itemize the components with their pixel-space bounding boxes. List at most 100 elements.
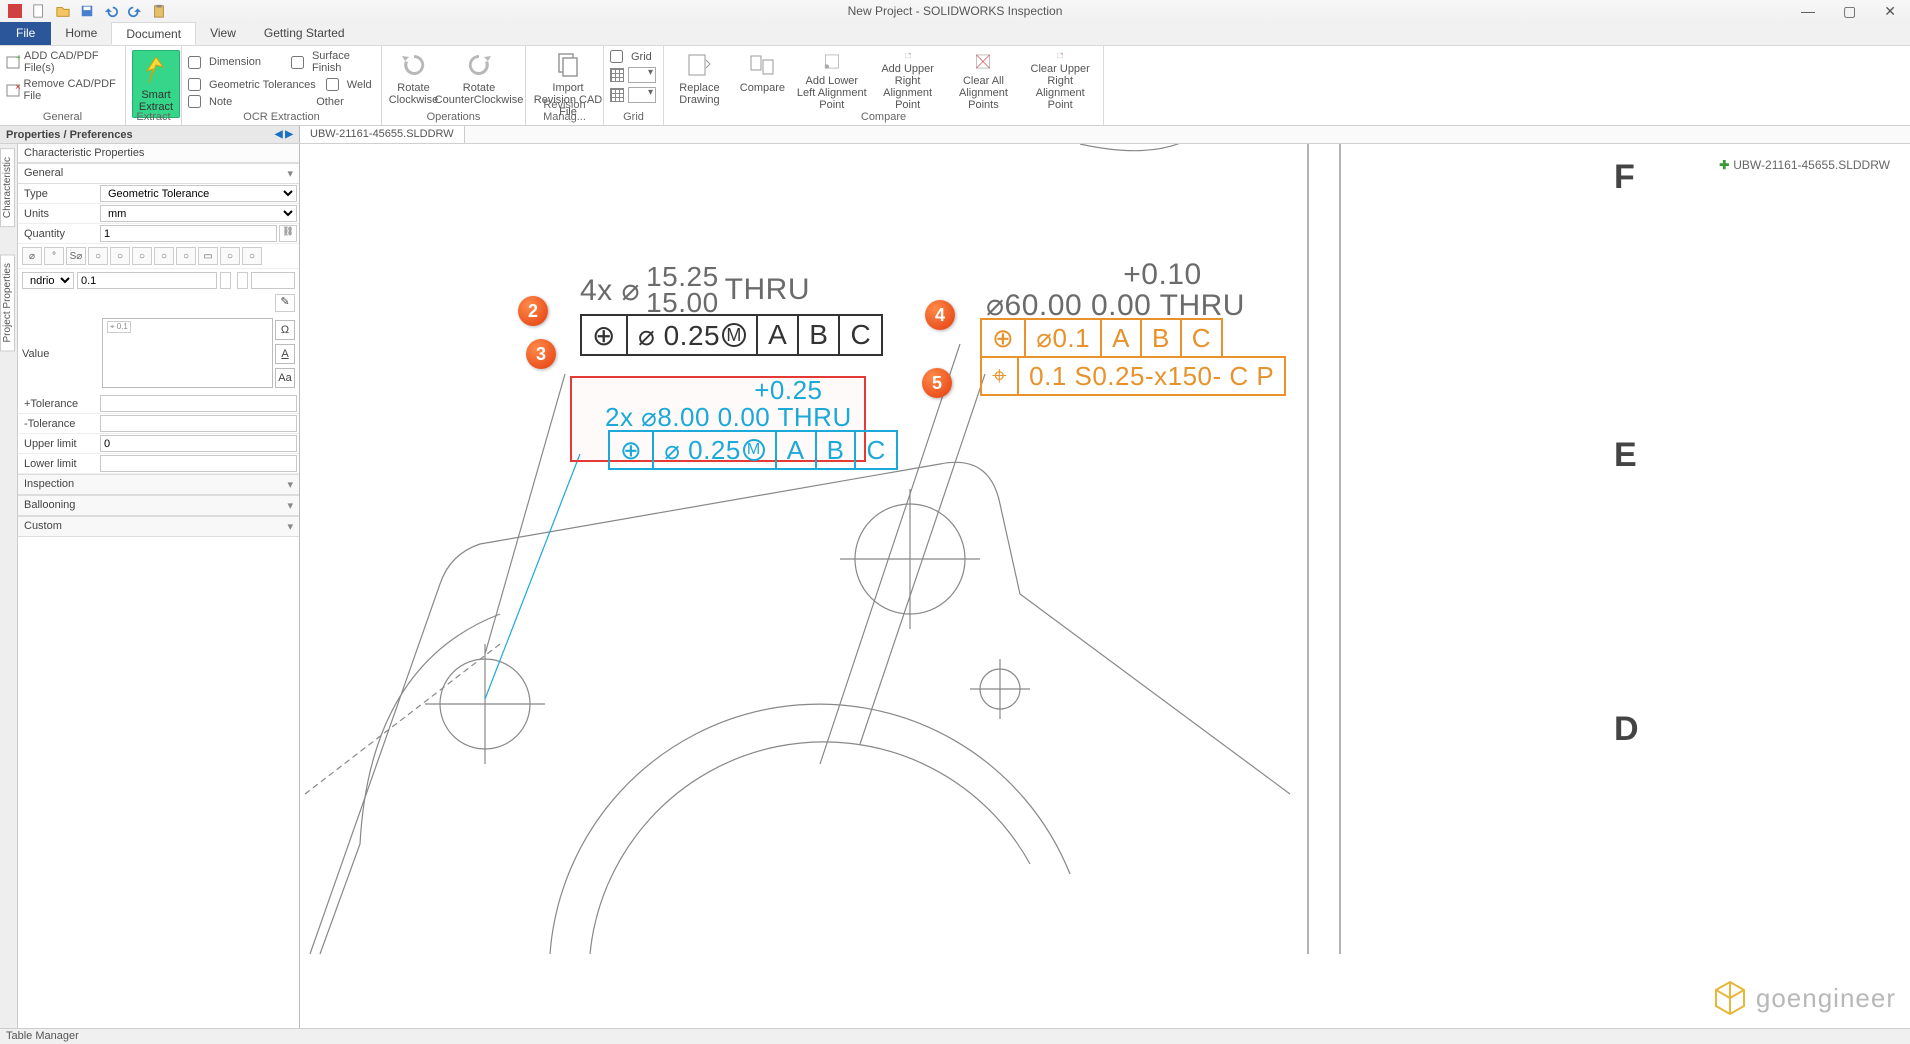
ndrioty-select[interactable]: ndrioty [22,272,74,289]
gdt-c1[interactable]: ○ [88,247,108,265]
fcf-4: ⊕ ⌀0.1 A B C [980,318,1223,358]
grid-dropdown-2[interactable] [628,87,656,103]
fcf-3: ⊕ ⌀ 0.25M A B C [608,430,898,470]
clear-ur-point-button[interactable]: Clear Upper Right Alignment Point [1023,50,1097,111]
gdt-c4[interactable]: ○ [154,247,174,265]
gdt-symbol-row: ⌀ ° S⌀ ○ ○ ○ ○ ○ ▭ ○ ○ [18,244,299,269]
quantity-link-icon[interactable]: ⛓ [279,225,297,242]
gdt-dia[interactable]: ⌀ [22,247,42,265]
add-ll-point-button[interactable]: Add Lower Left Alignment Point [796,50,868,111]
balloon-4[interactable]: 4 [925,300,955,330]
tab-view[interactable]: View [196,22,250,45]
omega-button[interactable]: Ω [275,320,295,340]
document-tab[interactable]: UBW-21161-45655.SLDDRW [300,126,465,143]
new-icon[interactable] [32,4,46,18]
minimize-button[interactable]: — [1801,3,1815,20]
gdt-sq[interactable]: ▭ [198,247,218,265]
units-label: Units [18,206,98,222]
doc-tabs: Properties / Preferences◀ ▶ UBW-21161-45… [0,126,1910,144]
grid-icon[interactable] [610,68,624,82]
gdt-deg[interactable]: ° [44,247,64,265]
maximize-button[interactable]: ▢ [1843,3,1856,20]
group-revision: Import Revision CAD File Revision Manag.… [526,46,604,125]
section-inspection[interactable]: Inspection [18,474,299,495]
geo-tol-checkbox[interactable]: Geometric Tolerances [188,78,316,91]
tab-file[interactable]: File [0,22,51,45]
grid-dropdown-1[interactable] [628,67,656,83]
fcf1-sym: ⊕ [582,316,628,354]
rotate-cw-button[interactable]: Rotate Clockwise [388,50,439,111]
balloon-2[interactable]: 2 [518,296,548,326]
properties-panel: Characteristic Properties General Type G… [18,144,300,1028]
note-checkbox[interactable]: Note [188,95,232,108]
tree-expand-icon[interactable]: ✚ [1719,158,1729,172]
panel-tab-properties[interactable]: Properties / Preferences◀ ▶ [0,126,300,143]
ptol-input[interactable] [100,395,297,412]
add-ur-point-button[interactable]: Add Upper Right Alignment Point [872,50,944,111]
close-button[interactable]: ✕ [1884,3,1896,20]
gdt-c5[interactable]: ○ [176,247,196,265]
tab-document[interactable]: Document [111,22,196,45]
save-icon[interactable] [80,4,94,18]
tol-btn-2[interactable] [237,272,248,289]
edit-value-button[interactable]: ✎ [275,294,295,312]
ulim-input[interactable] [100,435,297,452]
rotate-ccw-button[interactable]: Rotate CounterClockwise [439,50,519,111]
section-general[interactable]: General [18,163,299,184]
tab-home[interactable]: Home [51,22,111,45]
balloon-3[interactable]: 3 [526,339,556,369]
tol-extra-input[interactable] [251,272,295,289]
ulim-label: Upper limit [18,436,98,452]
redo-icon[interactable] [128,4,142,18]
units-select[interactable]: mm [100,205,297,222]
quantity-input[interactable] [100,225,277,242]
surface-finish-checkbox[interactable]: Surface Finish [291,50,375,74]
svg-text:×: × [15,82,20,93]
gdt-c2[interactable]: ○ [110,247,130,265]
value-box[interactable]: ⌖ 0.1 [102,318,273,388]
group-extract: Smart Extract Extract [126,46,182,125]
zone-d: D [1614,710,1639,749]
tolerance-input[interactable] [77,272,217,289]
side-tab-characteristic[interactable]: Characteristic [0,148,15,227]
paste-icon[interactable] [152,4,166,18]
grid-icon-2[interactable] [610,88,624,102]
add-cad-pdf-button[interactable]: + ADD CAD/PDF File(s) [6,50,119,74]
replace-drawing-button[interactable]: Replace Drawing [670,50,729,111]
ribbon: + ADD CAD/PDF File(s) × Remove CAD/PDF F… [0,46,1910,126]
zone-e: E [1614,436,1637,475]
type-select[interactable]: Geometric Tolerance [100,185,297,202]
document-tree-node[interactable]: ✚ UBW-21161-45655.SLDDRW [1719,158,1890,172]
llim-input[interactable] [100,455,297,472]
grid-checkbox[interactable]: Grid [610,50,657,63]
app-icon [8,4,22,18]
smart-extract-button[interactable]: Smart Extract [132,50,180,118]
fcf-1: ⊕ ⌀ 0.25M A B C [580,314,883,356]
remove-cad-pdf-button[interactable]: × Remove CAD/PDF File [6,78,119,102]
group-ocr: Dimension Surface Finish Geometric Toler… [182,46,382,125]
dimension-checkbox[interactable]: Dimension [188,50,261,74]
clear-all-points-button[interactable]: Clear All Alignment Points [948,50,1020,111]
tab-getting-started[interactable]: Getting Started [250,22,359,45]
tol-btn-1[interactable] [220,272,231,289]
compare-button[interactable]: Compare [733,50,792,111]
gdt-c3[interactable]: ○ [132,247,152,265]
gdt-c7[interactable]: ○ [242,247,262,265]
side-tab-project-properties[interactable]: Project Properties [0,254,15,351]
weld-checkbox[interactable]: Weld [326,78,372,91]
drawing-canvas[interactable]: F E D ✚ UBW-21161-45655.SLDDRW 4x ⌀ 15.2… [300,144,1910,1028]
other-dropdown[interactable]: Other [316,95,344,108]
group-operations: Rotate Clockwise Rotate CounterClockwise… [382,46,526,125]
gdt-sdia[interactable]: S⌀ [66,247,86,265]
font-aa-button[interactable]: Aa [275,368,295,388]
open-icon[interactable] [56,4,70,18]
font-a-button[interactable]: A [275,344,295,364]
undo-icon[interactable] [104,4,118,18]
section-custom[interactable]: Custom [18,516,299,537]
ntol-input[interactable] [100,415,297,432]
gdt-c6[interactable]: ○ [220,247,240,265]
balloon-5[interactable]: 5 [922,368,952,398]
callout-4: +0.10 ⌀60.00 0.00 THRU [986,262,1245,323]
section-ballooning[interactable]: Ballooning [18,495,299,516]
callout-1: 4x ⌀ 15.2515.00 THRU [580,264,810,316]
